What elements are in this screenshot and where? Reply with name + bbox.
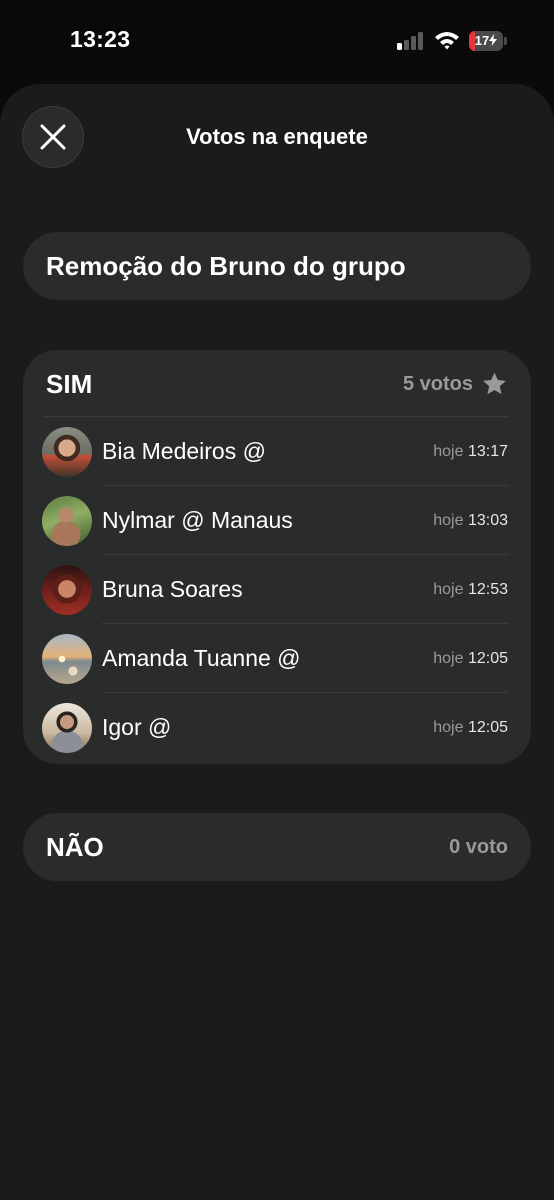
option-name: SIM	[46, 369, 93, 399]
voter-row[interactable]: Igor @ hoje 12:05	[23, 693, 531, 762]
wifi-icon	[434, 30, 460, 50]
avatar	[42, 427, 92, 477]
voter-name: Bia Medeiros @	[102, 438, 266, 464]
option-name: NÃO	[46, 832, 104, 862]
battery-percent: 17	[474, 33, 490, 48]
avatar	[42, 496, 92, 546]
option-header: NÃO 0 voto	[23, 813, 531, 881]
poll-votes-sheet: Votos na enquete Remoção do Bruno do gru…	[0, 84, 554, 1200]
sheet-title: Votos na enquete	[186, 124, 368, 149]
voter-row[interactable]: Bruna Soares hoje 12:53	[23, 555, 531, 624]
poll-option-nao: NÃO 0 voto	[23, 813, 531, 881]
voter-name: Bruna Soares	[102, 576, 243, 602]
poll-question: Remoção do Bruno do grupo	[46, 251, 406, 281]
vote-timestamp: hoje 13:17	[433, 443, 508, 460]
charging-bolt-icon	[489, 34, 498, 46]
avatar	[42, 565, 92, 615]
vote-timestamp: hoje 12:53	[433, 581, 508, 598]
vote-count: 0 voto	[449, 836, 508, 858]
voter-row[interactable]: Nylmar @ Manaus hoje 13:03	[23, 486, 531, 555]
poll-option-sim: SIM 5 votos Bia Medeiros @ hoje 13:17 Ny…	[23, 350, 531, 764]
status-time: 13:23	[70, 26, 131, 52]
battery-icon: 17	[469, 31, 507, 51]
voter-name: Nylmar @ Manaus	[102, 507, 293, 533]
status-bar: 13:23 17	[0, 0, 554, 84]
voter-name: Igor @	[102, 714, 172, 740]
vote-timestamp: hoje 13:03	[433, 512, 508, 529]
voter-name: Amanda Tuanne @	[102, 645, 301, 671]
poll-question-card: Remoção do Bruno do grupo	[23, 232, 531, 300]
vote-count: 5 votos	[402, 373, 473, 395]
voter-row[interactable]: Amanda Tuanne @ hoje 12:05	[23, 624, 531, 693]
star-icon	[483, 372, 506, 395]
option-header: SIM 5 votos	[23, 350, 531, 418]
avatar	[42, 703, 92, 753]
avatar	[42, 634, 92, 684]
voter-row[interactable]: Bia Medeiros @ hoje 13:17	[23, 417, 531, 486]
signal-icon	[397, 32, 425, 50]
vote-timestamp: hoje 12:05	[433, 719, 508, 736]
vote-timestamp: hoje 12:05	[433, 650, 508, 667]
